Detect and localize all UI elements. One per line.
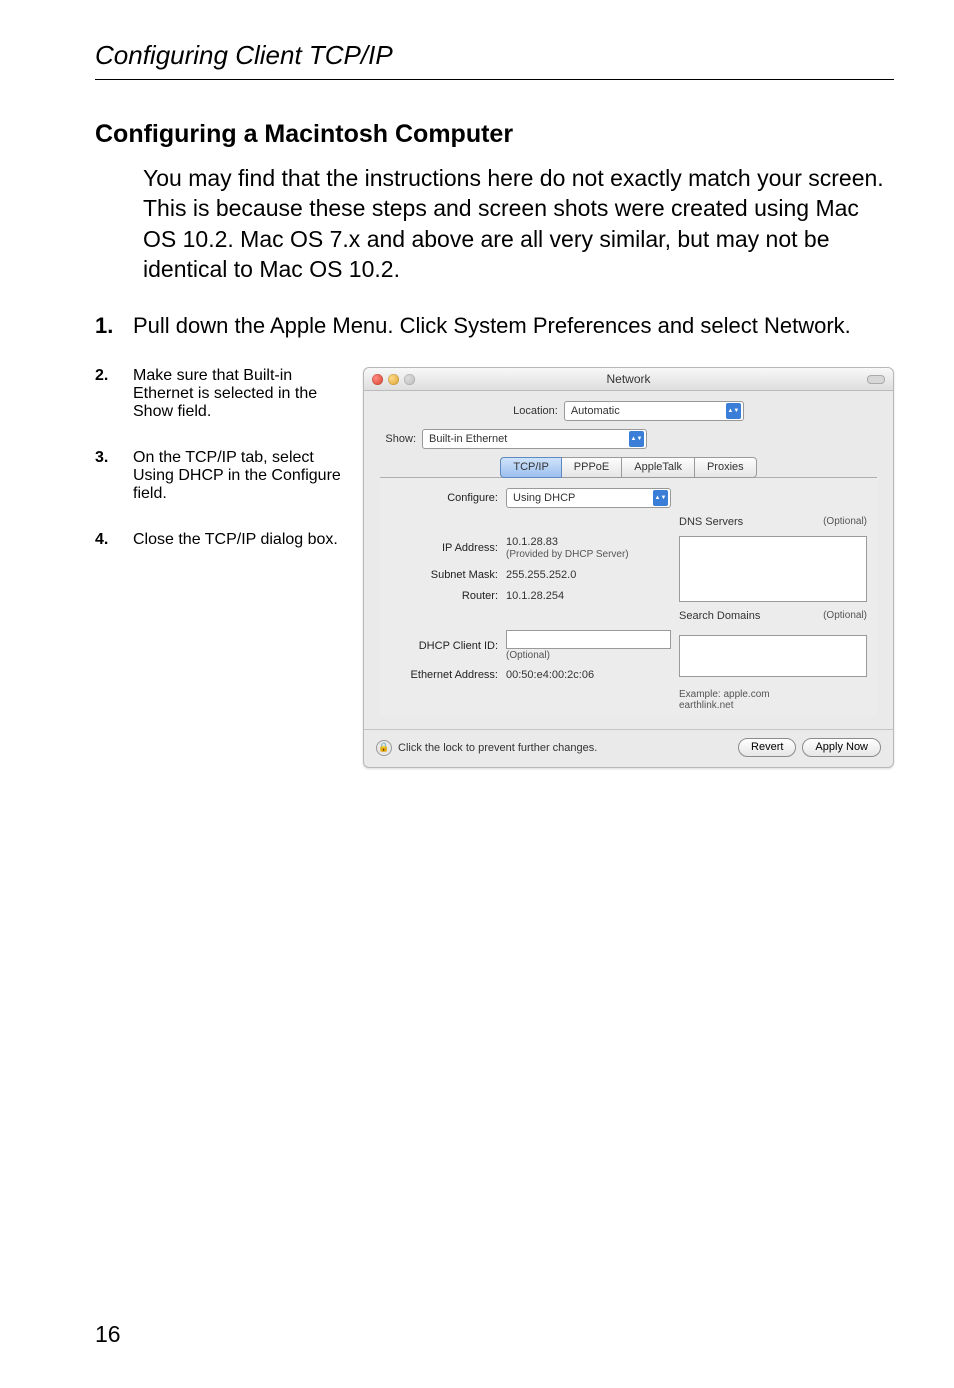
step-1-text: Pull down the Apple Menu. Click System P… xyxy=(133,312,894,341)
dhcp-optional-label: (Optional) xyxy=(506,650,550,661)
ip-address-value: 10.1.28.83 xyxy=(506,536,558,548)
step-3-row: 3. On the TCP/IP tab, select Using DHCP … xyxy=(95,449,345,503)
apply-now-button[interactable]: Apply Now xyxy=(802,738,881,757)
step-4-row: 4. Close the TCP/IP dialog box. xyxy=(95,531,345,549)
step-2-text: Make sure that Built-in Ethernet is sele… xyxy=(133,367,345,421)
lock-icon[interactable]: 🔒 xyxy=(376,740,392,756)
header-rule xyxy=(95,79,894,80)
search-domains-label: Search Domains xyxy=(679,610,760,622)
tab-bar: TCP/IP PPPoE AppleTalk Proxies xyxy=(380,457,877,478)
search-domains-input[interactable] xyxy=(679,635,867,677)
intro-paragraph: You may find that the instructions here … xyxy=(143,163,894,284)
popup-arrows-icon: ▲▼ xyxy=(629,431,644,447)
step-3-number: 3. xyxy=(95,449,133,503)
ip-address-label: IP Address: xyxy=(390,542,498,554)
subnet-value: 255.255.252.0 xyxy=(506,569,671,581)
dns-optional-label: (Optional) xyxy=(823,516,867,528)
ethernet-label: Ethernet Address: xyxy=(390,669,498,681)
dns-servers-label: DNS Servers xyxy=(679,516,743,528)
tab-appletalk[interactable]: AppleTalk xyxy=(621,457,695,478)
configure-value: Using DHCP xyxy=(513,492,575,504)
dhcp-client-label: DHCP Client ID: xyxy=(390,640,498,652)
popup-arrows-icon: ▲▼ xyxy=(653,490,668,506)
page-header: Configuring Client TCP/IP xyxy=(95,40,894,71)
step-4-text: Close the TCP/IP dialog box. xyxy=(133,531,345,549)
location-label: Location: xyxy=(513,405,558,417)
dns-servers-input[interactable] xyxy=(679,536,867,602)
step-3-text: On the TCP/IP tab, select Using DHCP in … xyxy=(133,449,345,503)
location-select[interactable]: Automatic ▲▼ xyxy=(564,401,744,421)
step-2-number: 2. xyxy=(95,367,133,421)
search-optional-label: (Optional) xyxy=(823,610,867,622)
subnet-label: Subnet Mask: xyxy=(390,569,498,581)
example-label: Example: xyxy=(679,689,721,700)
lock-message: Click the lock to prevent further change… xyxy=(398,742,597,754)
router-label: Router: xyxy=(390,590,498,602)
show-value: Built-in Ethernet xyxy=(429,433,507,445)
window-titlebar: Network xyxy=(364,368,893,391)
page-number: 16 xyxy=(95,1321,121,1348)
show-label: Show: xyxy=(380,433,416,445)
tab-tcpip[interactable]: TCP/IP xyxy=(500,457,561,478)
window-footer: 🔒 Click the lock to prevent further chan… xyxy=(364,729,893,767)
step-2-row: 2. Make sure that Built-in Ethernet is s… xyxy=(95,367,345,421)
tcpip-panel: Configure: Using DHCP ▲▼ DNS Servers (Op… xyxy=(380,478,877,717)
step-4-number: 4. xyxy=(95,531,133,549)
revert-button[interactable]: Revert xyxy=(738,738,796,757)
ethernet-value: 00:50:e4:00:2c:06 xyxy=(506,669,671,681)
section-title: Configuring a Macintosh Computer xyxy=(95,120,894,149)
step-1-row: 1. Pull down the Apple Menu. Click Syste… xyxy=(95,312,894,341)
configure-label: Configure: xyxy=(390,492,498,504)
location-value: Automatic xyxy=(571,405,620,417)
window-title: Network xyxy=(364,372,893,386)
step-1-number: 1. xyxy=(95,312,133,341)
show-select[interactable]: Built-in Ethernet ▲▼ xyxy=(422,429,647,449)
configure-select[interactable]: Using DHCP ▲▼ xyxy=(506,488,671,508)
network-window: Network Location: Automatic ▲▼ Show: Bui… xyxy=(363,367,894,768)
tab-pppoe[interactable]: PPPoE xyxy=(561,457,622,478)
tab-proxies[interactable]: Proxies xyxy=(694,457,757,478)
dhcp-client-input[interactable] xyxy=(506,630,671,649)
popup-arrows-icon: ▲▼ xyxy=(726,403,741,419)
router-value: 10.1.28.254 xyxy=(506,590,671,602)
ip-sub-label: (Provided by DHCP Server) xyxy=(506,549,629,560)
